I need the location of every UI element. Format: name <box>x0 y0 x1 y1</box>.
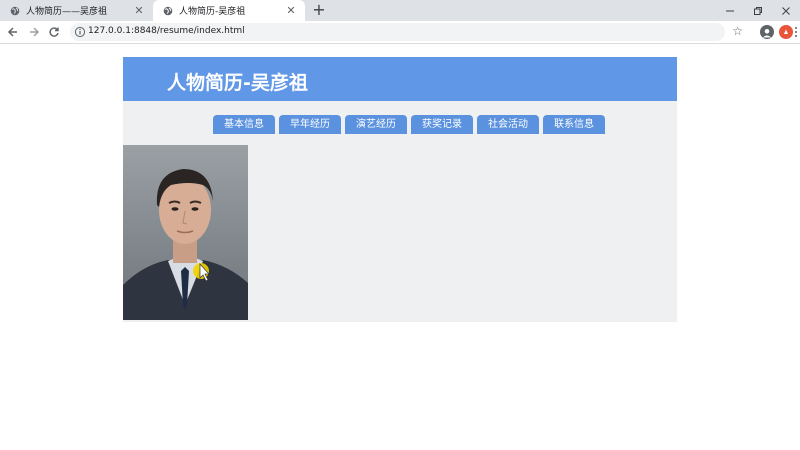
star-icon[interactable]: ☆ <box>732 24 743 38</box>
tab-title: 人物简历-吴彦祖 <box>179 7 246 17</box>
address-bar[interactable]: 127.0.0.1:8848/resume/index.html ☆ <box>70 23 743 41</box>
info-icon[interactable] <box>74 26 86 38</box>
tab-strip: 人物简历——吴彦祖 ✕ 人物简历-吴彦祖 ✕ + <box>0 0 800 21</box>
nav-awards[interactable]: 获奖记录 <box>411 115 473 134</box>
nav-early-life[interactable]: 早年经历 <box>279 115 341 134</box>
close-tab-icon[interactable]: ✕ <box>133 4 145 17</box>
profile-icon[interactable] <box>760 25 774 39</box>
browser-toolbar: 127.0.0.1:8848/resume/index.html ☆ <box>0 21 800 44</box>
nav-contact-info[interactable]: 联系信息 <box>543 115 605 134</box>
globe-icon <box>10 6 20 15</box>
nav-acting-career[interactable]: 演艺经历 <box>345 115 407 134</box>
header-banner: 人物简历-吴彦祖 <box>123 57 677 101</box>
page-title: 人物简历-吴彦祖 <box>167 72 308 94</box>
restore-icon[interactable] <box>744 0 772 21</box>
profile-photo <box>123 145 248 320</box>
globe-icon <box>163 6 173 15</box>
close-icon[interactable] <box>772 0 800 21</box>
nav-bar: 基本信息 早年经历 演艺经历 获奖记录 社会活动 联系信息 <box>213 115 609 134</box>
close-tab-icon[interactable]: ✕ <box>285 4 297 17</box>
extension-icon[interactable] <box>779 25 793 39</box>
reload-icon[interactable] <box>46 24 62 40</box>
menu-icon[interactable] <box>793 24 799 40</box>
url-text: 127.0.0.1:8848/resume/index.html <box>88 26 245 36</box>
minimize-icon[interactable] <box>716 0 744 21</box>
browser-tab-2[interactable]: 人物简历-吴彦祖 ✕ <box>153 0 305 21</box>
back-arrow-icon[interactable] <box>5 24 21 40</box>
browser-tab-1[interactable]: 人物简历——吴彦祖 ✕ <box>0 0 153 21</box>
forward-arrow-icon[interactable] <box>26 24 42 40</box>
nav-social-activities[interactable]: 社会活动 <box>477 115 539 134</box>
resume-container: 人物简历-吴彦祖 基本信息 早年经历 演艺经历 获奖记录 社会活动 联系信息 <box>123 57 677 322</box>
new-tab-button[interactable]: + <box>311 2 327 18</box>
nav-basic-info[interactable]: 基本信息 <box>213 115 275 134</box>
tab-title: 人物简历——吴彦祖 <box>26 7 108 17</box>
